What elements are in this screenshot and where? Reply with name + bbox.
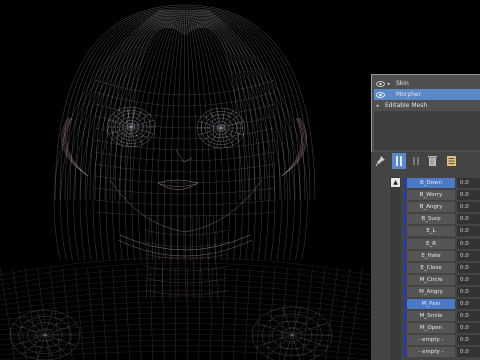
channel-value-spinner[interactable]: 0.0 bbox=[457, 323, 480, 334]
show-end-result-button[interactable] bbox=[392, 153, 406, 169]
morph-channel-row: B_Angry 0.0 bbox=[404, 202, 480, 213]
channel-active-indicator bbox=[404, 250, 406, 261]
channel-name-button[interactable]: M_Angry bbox=[407, 286, 455, 297]
channel-name-button[interactable]: M_Circle bbox=[407, 274, 455, 285]
channel-name-button[interactable]: - empty - bbox=[407, 347, 455, 358]
channel-value-spinner[interactable]: 0.0 bbox=[457, 190, 480, 201]
channel-value-spinner[interactable]: 0.0 bbox=[457, 214, 480, 225]
channel-value-spinner[interactable]: 0.0 bbox=[457, 274, 480, 285]
channel-name-button[interactable]: M_Smile bbox=[407, 311, 455, 322]
channel-name-button[interactable]: B_Surp bbox=[407, 214, 455, 225]
channel-active-indicator bbox=[404, 226, 406, 237]
morph-channel-row: E_L 0.0 bbox=[404, 226, 480, 237]
morph-channel-row: M_Circle 0.0 bbox=[404, 274, 480, 285]
channel-value-spinner[interactable]: 0.0 bbox=[457, 347, 480, 358]
channel-name-button[interactable]: M_Open bbox=[407, 323, 455, 334]
morph-channel-row: B_Surp 0.0 bbox=[404, 214, 480, 225]
morph-channel-row: - empty -0.0 bbox=[404, 347, 480, 358]
stack-item-label: Morpher bbox=[396, 91, 422, 98]
modifier-stack-toolbar bbox=[371, 152, 480, 170]
stack-item-label: Skin bbox=[396, 80, 409, 87]
channel-active-indicator bbox=[404, 311, 406, 322]
show-end-result-icon bbox=[396, 156, 402, 166]
channel-name-button[interactable]: B_Down bbox=[407, 178, 455, 188]
morph-channel-row: M_Open 0.0 bbox=[404, 323, 480, 334]
scroll-up-arrow-icon[interactable]: ▲ bbox=[391, 178, 400, 187]
channel-active-indicator bbox=[404, 299, 406, 309]
channel-value-spinner[interactable]: 0.0 bbox=[457, 286, 480, 297]
channel-value-spinner[interactable]: 0.0 bbox=[457, 250, 480, 261]
channel-active-indicator bbox=[404, 335, 406, 346]
channel-value-spinner[interactable]: 0.0 bbox=[457, 226, 480, 237]
remove-modifier-icon[interactable] bbox=[427, 155, 438, 167]
make-unique-icon[interactable] bbox=[411, 155, 422, 167]
channel-name-button[interactable]: B_Angry bbox=[407, 202, 455, 213]
morph-channel-row: - empty -0.0 bbox=[404, 335, 480, 346]
morph-channel-row: E_R 0.0 bbox=[404, 238, 480, 249]
channel-active-indicator bbox=[404, 238, 406, 249]
channel-value-spinner[interactable]: 0.0 bbox=[457, 262, 480, 273]
channel-active-indicator bbox=[404, 178, 406, 188]
channel-scrollbar[interactable]: ▲ bbox=[390, 177, 401, 360]
channel-name-button[interactable]: - empty - bbox=[407, 335, 455, 346]
eye-icon[interactable] bbox=[376, 80, 385, 87]
stack-item-label: Editable Mesh bbox=[385, 102, 428, 109]
expand-arrow-icon[interactable]: ▸ bbox=[385, 80, 393, 88]
channel-active-indicator bbox=[404, 286, 406, 297]
stack-item-morpher[interactable]: Morpher bbox=[374, 89, 480, 100]
morph-channel-row: M_Angry 0.0 bbox=[404, 286, 480, 297]
channel-active-indicator bbox=[404, 262, 406, 273]
configure-sets-icon[interactable] bbox=[446, 155, 457, 167]
channel-active-indicator bbox=[404, 214, 406, 225]
channel-active-indicator bbox=[404, 347, 406, 358]
pin-stack-icon[interactable] bbox=[375, 155, 386, 167]
expand-arrow-icon[interactable]: ▸ bbox=[374, 102, 382, 110]
morph-channel-row: B_Worry 0.0 bbox=[404, 190, 480, 201]
channel-value-spinner[interactable]: 0.0 bbox=[457, 238, 480, 249]
channel-name-button[interactable]: E_Hate bbox=[407, 250, 455, 261]
morph-channel-row: M_Pain 0.0 bbox=[404, 299, 480, 309]
channel-value-spinner[interactable]: 0.0 bbox=[457, 178, 480, 188]
eye-icon[interactable] bbox=[376, 91, 385, 98]
channel-value-spinner[interactable]: 0.0 bbox=[457, 299, 480, 309]
channel-active-indicator bbox=[404, 323, 406, 334]
morph-channel-row: B_Down 0.0 bbox=[404, 178, 480, 188]
stack-list-empty-area bbox=[374, 111, 480, 150]
channel-value-spinner[interactable]: 0.0 bbox=[457, 335, 480, 346]
channel-name-button[interactable]: M_Pain bbox=[407, 299, 455, 309]
channel-active-indicator bbox=[404, 190, 406, 201]
stack-item-skin[interactable]: ▸ Skin bbox=[374, 78, 480, 89]
channel-value-spinner[interactable]: 0.0 bbox=[457, 202, 480, 213]
morph-channel-row: E_Hate 0.0 bbox=[404, 250, 480, 261]
morph-channel-row: M_Smile 0.0 bbox=[404, 311, 480, 322]
channel-name-button[interactable]: E_Close bbox=[407, 262, 455, 273]
channel-value-spinner[interactable]: 0.0 bbox=[457, 311, 480, 322]
channel-active-indicator bbox=[404, 274, 406, 285]
stack-item-editable-mesh[interactable]: ▸ Editable Mesh bbox=[374, 100, 480, 111]
channel-name-button[interactable]: B_Worry bbox=[407, 190, 455, 201]
morph-channel-list-panel: ▲ B_Down 0.0 B_Worry 0.0 B_Angry 0.0 B_Surp 0.0… bbox=[371, 170, 480, 360]
channel-active-indicator bbox=[404, 202, 406, 213]
channel-name-button[interactable]: E_R bbox=[407, 238, 455, 249]
modifier-stack-panel: ▸ Skin Morpher ▸ Editable Mesh bbox=[371, 74, 480, 153]
channel-name-button[interactable]: E_L bbox=[407, 226, 455, 237]
morph-channel-row: E_Close 0.0 bbox=[404, 262, 480, 273]
